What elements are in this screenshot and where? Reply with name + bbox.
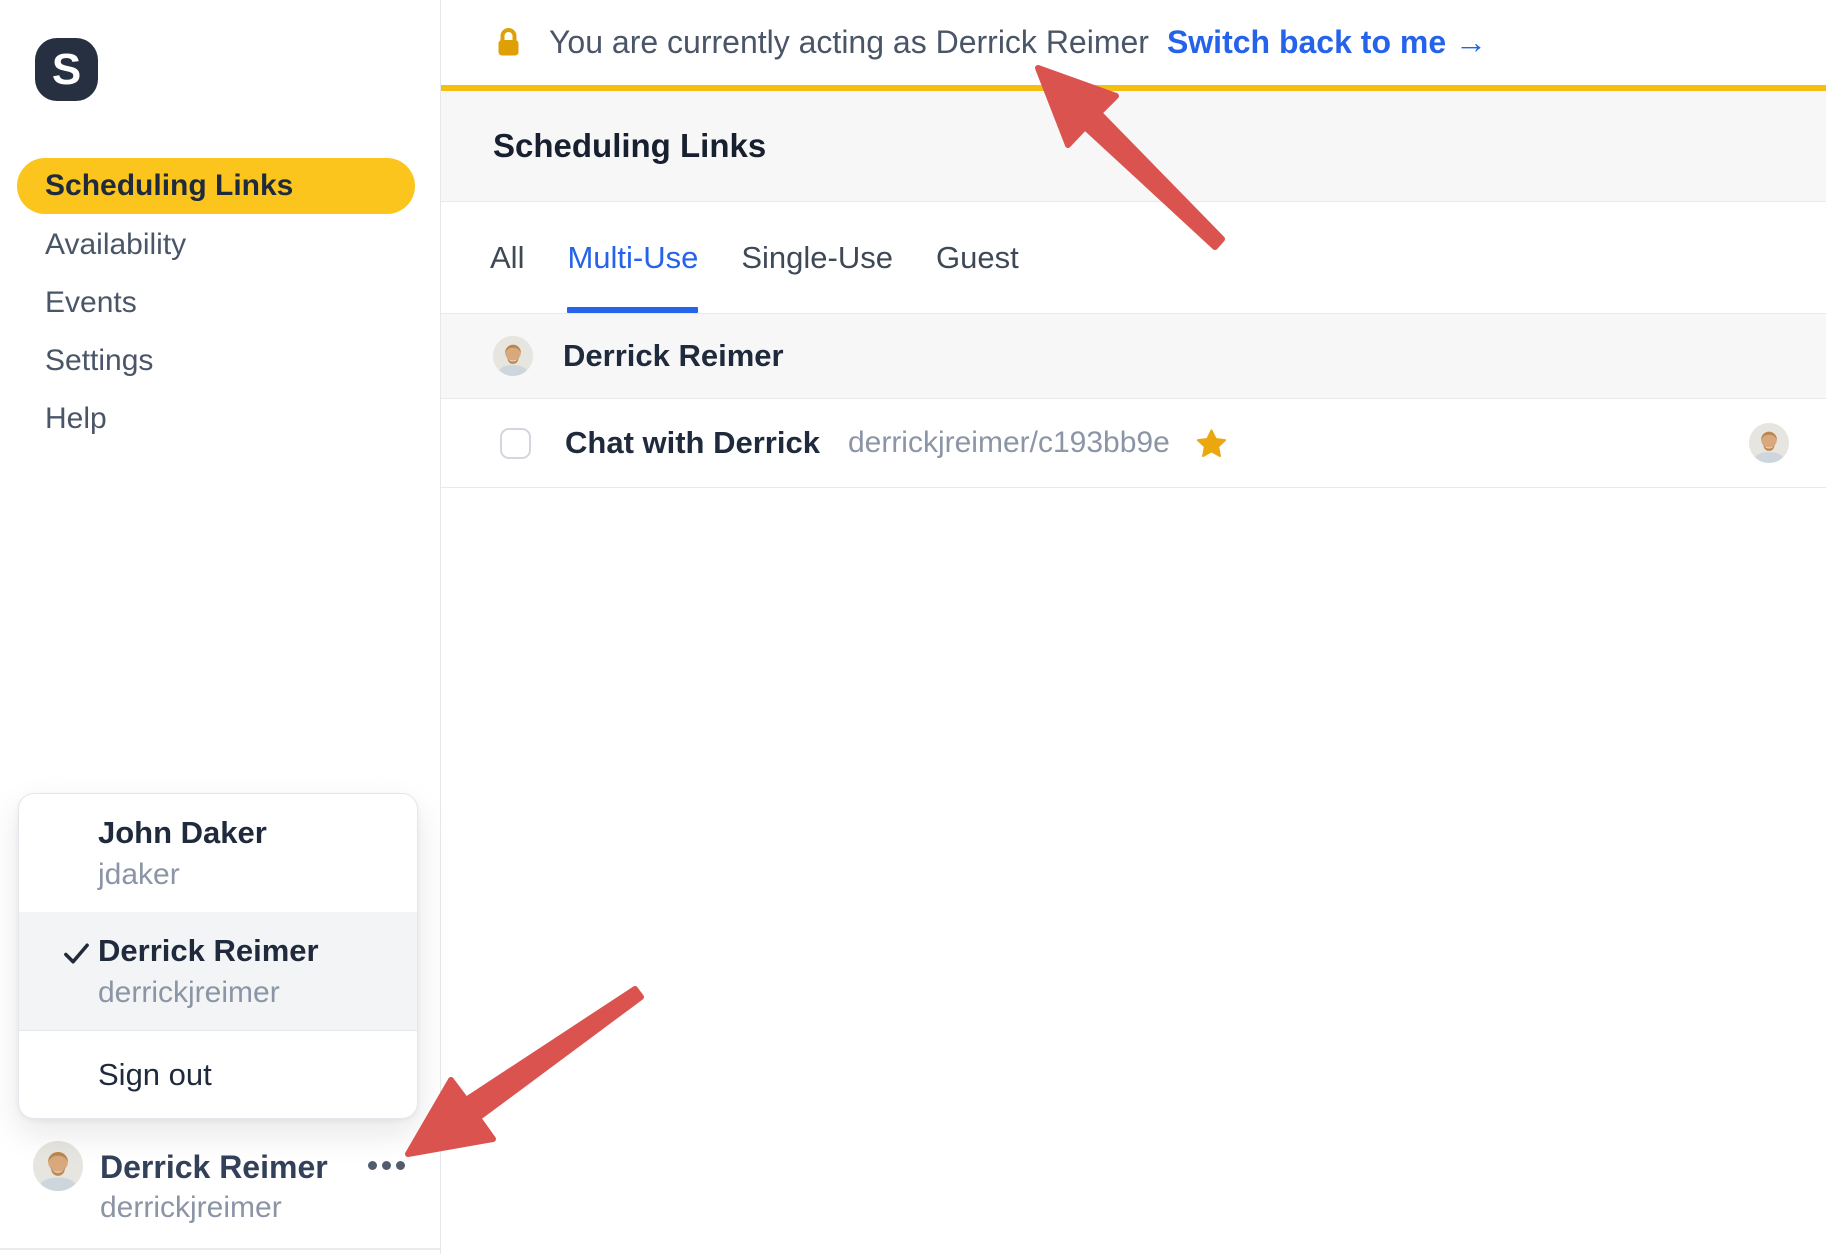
group-owner-name: Derrick Reimer	[563, 338, 784, 374]
scheduling-link-row[interactable]: Chat with Derrick derrickjreimer/c193bb9…	[441, 399, 1826, 488]
sidebar-item-events[interactable]: Events	[0, 274, 439, 332]
sidebar-item-settings[interactable]: Settings	[0, 332, 439, 390]
sidebar-nav: Scheduling Links Availability Events Set…	[0, 158, 439, 448]
account-username: derrickjreimer	[98, 976, 417, 1010]
sidebar-item-help[interactable]: Help	[0, 390, 439, 448]
tab-guest[interactable]: Guest	[936, 202, 1019, 313]
current-user-name[interactable]: Derrick Reimer	[100, 1149, 328, 1186]
tab-single-use[interactable]: Single-Use	[741, 202, 893, 313]
account-switcher-menu: John Daker jdaker Derrick Reimer derrick…	[18, 793, 418, 1119]
link-title[interactable]: Chat with Derrick	[565, 425, 820, 461]
switch-back-link[interactable]: Switch back to me →	[1167, 24, 1487, 61]
menu-item-account-derrick-reimer[interactable]: Derrick Reimer derrickjreimer	[19, 912, 417, 1030]
sidebar-item-availability[interactable]: Availability	[0, 216, 439, 274]
current-user-username: derrickjreimer	[100, 1191, 282, 1225]
sign-out-button[interactable]: Sign out	[19, 1030, 417, 1118]
sidebar: S Scheduling Links Availability Events S…	[0, 0, 441, 1254]
app-window: S Scheduling Links Availability Events S…	[0, 0, 1826, 1254]
account-username: jdaker	[98, 858, 417, 892]
ellipsis-icon[interactable]	[364, 1157, 409, 1174]
avatar	[1749, 423, 1789, 463]
link-slug: derrickjreimer/c193bb9e	[848, 426, 1170, 460]
app-logo[interactable]: S	[35, 38, 98, 101]
tab-all[interactable]: All	[490, 202, 524, 313]
star-icon[interactable]	[1196, 428, 1227, 459]
impersonation-message: You are currently acting as Derrick Reim…	[549, 24, 1149, 61]
account-name: John Daker	[98, 815, 417, 851]
link-group-header: Derrick Reimer	[441, 314, 1826, 399]
checkmark-icon	[61, 938, 92, 969]
row-checkbox[interactable]	[500, 428, 531, 459]
menu-item-account-john-daker[interactable]: John Daker jdaker	[19, 794, 417, 912]
main-content: You are currently acting as Derrick Reim…	[441, 0, 1826, 1254]
account-name: Derrick Reimer	[98, 933, 417, 969]
sidebar-item-scheduling-links[interactable]: Scheduling Links	[17, 158, 415, 214]
page-title: Scheduling Links	[493, 127, 766, 165]
lock-icon	[495, 26, 522, 60]
impersonation-banner: You are currently acting as Derrick Reim…	[441, 0, 1826, 91]
avatar	[493, 336, 533, 376]
tab-multi-use[interactable]: Multi-Use	[567, 202, 698, 313]
avatar[interactable]	[33, 1141, 83, 1191]
page-header: Scheduling Links	[441, 91, 1826, 202]
link-type-tabs: All Multi-Use Single-Use Guest	[441, 202, 1826, 314]
